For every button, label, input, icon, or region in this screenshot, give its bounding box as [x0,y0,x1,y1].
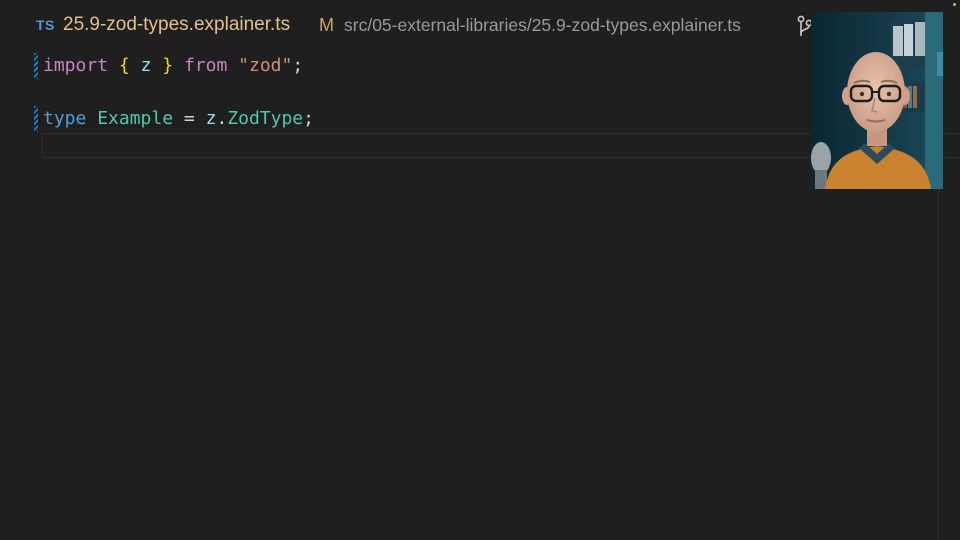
keyword-type: type [43,108,87,129]
open-brace: { [118,55,130,76]
module-string: "zod" [238,55,293,76]
modified-line-gutter-marker [34,53,38,79]
modified-status-badge: M [319,15,334,35]
semicolon: ; [292,55,304,76]
notification-dot [953,3,956,6]
presenter-video [811,12,943,189]
typescript-icon: TS [36,17,55,33]
modified-line-gutter-marker [34,106,38,132]
type-alias-name: Example [97,108,174,129]
code-line-2[interactable]: type Example = z.ZodType; [43,105,314,133]
close-brace: } [162,55,174,76]
namespace-identifier: z [205,108,217,129]
dot: . [216,108,228,129]
import-identifier: z [140,55,152,76]
type-reference: ZodType [227,108,304,129]
webcam-overlay [811,12,943,189]
equals-sign: = [183,108,195,129]
code-line-1[interactable]: import { z } from "zod"; [43,52,303,80]
breadcrumb-file-path[interactable]: src/05-external-libraries/25.9-zod-types… [344,15,741,36]
file-name-tab[interactable]: 25.9-zod-types.explainer.ts [63,14,290,36]
editor-window: TS 25.9-zod-types.explainer.ts M src/05-… [0,0,960,540]
semicolon: ; [303,108,314,129]
keyword-import: import [43,55,109,76]
keyword-from: from [183,55,228,76]
